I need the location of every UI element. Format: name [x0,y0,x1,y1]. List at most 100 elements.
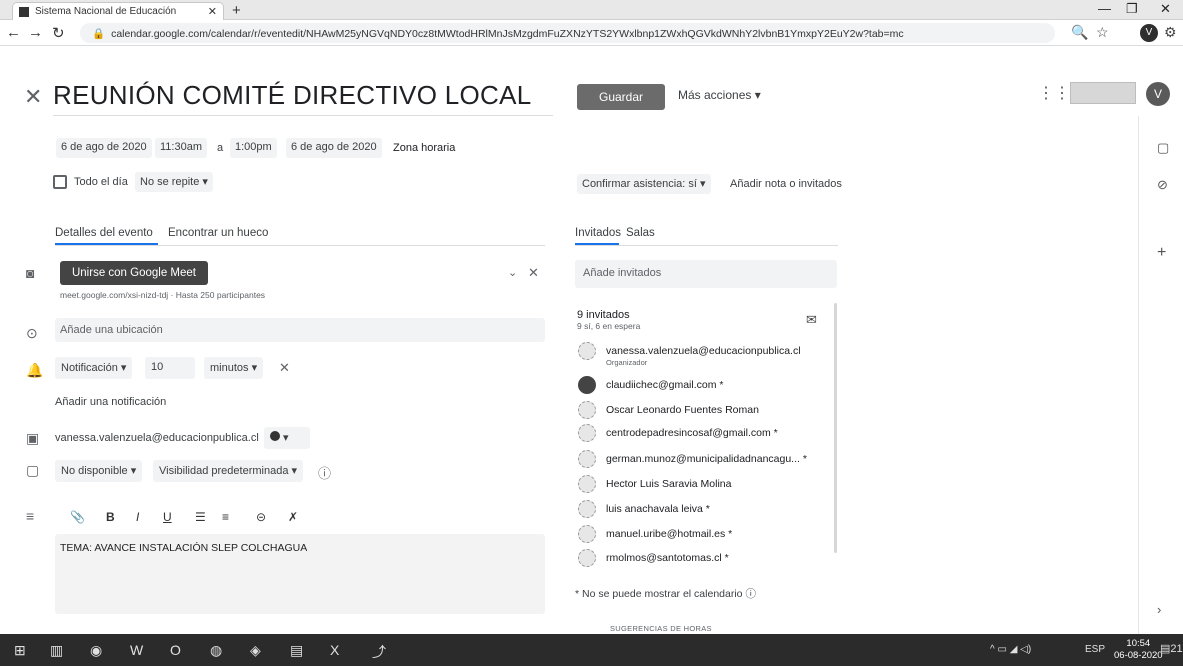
guest-row[interactable]: claudiichec@gmail.com * [578,376,838,396]
tasks-icon[interactable]: ⊘ [1157,177,1168,193]
all-day-checkbox[interactable] [53,175,67,189]
guest-row[interactable]: manuel.uribe@hotmail.es * [578,525,838,545]
excel-icon[interactable]: X [330,642,339,658]
chrome-icon[interactable]: ◉ [90,642,102,659]
add-note-link[interactable]: Añadir nota o invitados [730,178,842,190]
extension-icon[interactable]: ⚙ [1164,24,1177,41]
tab-find-time[interactable]: Encontrar un hueco [168,227,268,239]
guest-row[interactable]: centrodepadresincosaf@gmail.com * [578,424,838,444]
timezone-link[interactable]: Zona horaria [393,142,455,154]
zoom-icon[interactable]: 🔍 [1071,24,1088,41]
reload-icon[interactable]: ↻ [52,24,65,42]
help-icon[interactable]: ⓘ [745,588,756,600]
taskbar-clock[interactable]: 10:54 06-08-2020 [1114,638,1163,662]
repeat-label: No se repite [140,176,200,188]
link-icon[interactable]: ⊝ [256,510,266,524]
left-tabs-divider [55,245,545,246]
rsvp-label: Confirmar asistencia: sí [582,178,697,190]
email-guests-icon[interactable]: ✉ [806,312,817,328]
guest-row[interactable]: vanessa.valenzuela@educacionpublica.cl O… [578,342,838,367]
add-notification-link[interactable]: Añadir una notificación [55,396,166,408]
notification-unit-select[interactable]: minutos ▾ [204,357,264,379]
keep-icon[interactable]: ▢ [1157,140,1169,156]
guest-name: manuel.uribe@hotmail.es * [606,528,733,540]
chevron-down-icon[interactable]: ⌄ [508,266,517,279]
close-tab-icon[interactable]: ✕ [208,5,217,18]
guest-avatar [578,549,596,567]
pdf-icon[interactable]: ⤴ [372,642,386,662]
url-field[interactable]: 🔒 calendar.google.com/calendar/r/eventedi… [80,23,1055,43]
bulleted-list-icon[interactable]: ≡ [222,510,229,524]
clear-format-icon[interactable]: ✗ [288,510,298,524]
time-suggestions-label: SUGERENCIAS DE HORAS [610,624,712,633]
bookmark-star-icon[interactable]: ☆ [1096,24,1109,41]
repeat-select[interactable]: No se repite ▾ [135,172,213,192]
underline-icon[interactable]: U [163,510,172,524]
guest-name: german.munoz@municipalidadnancagu... * [606,453,807,465]
guest-row[interactable]: luis anachavala leiva * [578,500,838,520]
video-call-icon: ◙ [26,265,35,281]
app-icon[interactable]: ◍ [210,642,222,659]
remove-notification-icon[interactable]: ✕ [279,360,290,376]
title-underline [53,115,553,116]
system-tray-icons[interactable]: ^ ▭ ◢ ◁) [990,644,1031,655]
notification-type-select[interactable]: Notificación ▾ [55,357,133,379]
end-time-field[interactable]: 1:00pm [230,138,277,158]
join-meet-button[interactable]: Unirse con Google Meet [60,261,208,285]
rsvp-select[interactable]: Confirmar asistencia: sí ▾ [577,174,711,194]
visibility-select[interactable]: Visibilidad predeterminada ▾ [153,460,304,482]
italic-icon[interactable]: I [136,510,139,524]
guest-name: claudiichec@gmail.com * [606,379,724,391]
bold-icon[interactable]: B [106,510,115,524]
description-text: TEMA: AVANCE INSTALACIÓN SLEP COLCHAGUA [60,542,308,554]
end-date-field[interactable]: 6 de ago de 2020 [286,138,382,158]
tab-rooms[interactable]: Salas [626,227,655,239]
task-view-icon[interactable]: ▥ [50,642,63,659]
guest-avatar [578,525,596,543]
more-actions-dropdown[interactable]: Más acciones ▾ [678,88,761,102]
start-date-field[interactable]: 6 de ago de 2020 [56,138,152,158]
remove-meet-icon[interactable]: ✕ [528,265,539,281]
close-window-icon[interactable]: ✕ [1160,1,1171,17]
guest-row[interactable]: german.munoz@municipalidadnancagu... * [578,450,838,470]
meet-info: meet.google.com/xsi-nizd-tdj · Hasta 250… [60,290,266,300]
notification-value-input[interactable]: 10 [145,357,195,379]
photos-icon[interactable]: ▤ [290,642,303,659]
close-event-icon[interactable]: ✕ [24,84,42,110]
word-icon[interactable]: W [130,642,143,658]
forward-icon[interactable]: → [28,24,43,41]
new-tab-icon[interactable]: + [232,2,241,19]
lock-icon: 🔒 [92,28,106,40]
browser-profile-icon[interactable]: V [1140,24,1158,42]
maximize-icon[interactable]: ❐ [1126,1,1138,17]
formatting-toolbar: 📎 B I U ☰ ≡ ⊝ ✗ [60,506,544,532]
guest-row[interactable]: rmolmos@santotomas.cl * [578,549,838,569]
guest-avatar [578,475,596,493]
outlook-icon[interactable]: O [170,642,181,658]
browser-tab[interactable]: Sistema Nacional de Educación ✕ [12,2,224,20]
tab-event-details[interactable]: Detalles del evento [55,227,153,239]
account-avatar[interactable]: V [1146,82,1170,106]
minimize-icon[interactable]: — [1098,1,1111,16]
notification-center-icon[interactable]: ▤21 [1160,642,1183,655]
back-icon[interactable]: ← [6,24,21,41]
app-icon[interactable]: ◈ [250,642,261,659]
help-icon[interactable]: ⓘ [318,463,331,482]
attachment-icon[interactable]: 📎 [70,510,85,524]
save-button[interactable]: Guardar [577,84,665,110]
availability-select[interactable]: No disponible ▾ [55,460,143,482]
guest-row[interactable]: Oscar Leonardo Fuentes Roman [578,401,838,421]
event-title-input[interactable]: REUNIÓN COMITÉ DIRECTIVO LOCAL [53,80,532,111]
start-time-field[interactable]: 11:30am [155,138,207,158]
language-indicator[interactable]: ESP [1085,644,1105,655]
numbered-list-icon[interactable]: ☰ [195,510,206,524]
windows-start-icon[interactable]: ⊞ [14,642,26,659]
add-addon-icon[interactable]: + [1157,244,1166,262]
add-guests-input[interactable]: Añade invitados [575,260,837,288]
guest-row[interactable]: Hector Luis Saravia Molina [578,475,838,495]
guest-name: centrodepadresincosaf@gmail.com * [606,427,778,439]
tab-guests[interactable]: Invitados [575,227,621,239]
clock-date: 06-08-2020 [1114,650,1163,661]
chevron-right-icon[interactable]: › [1157,602,1161,617]
color-select[interactable]: ▾ [264,427,310,449]
